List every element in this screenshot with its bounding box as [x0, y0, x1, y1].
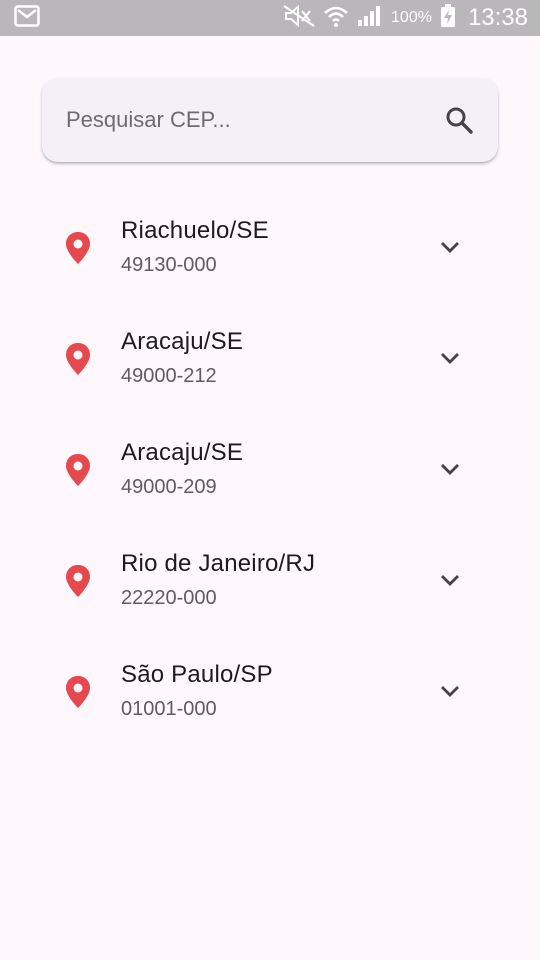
- item-city: São Paulo/SP: [121, 661, 273, 688]
- chevron-down-icon[interactable]: [437, 348, 463, 368]
- location-pin-icon: [64, 675, 92, 709]
- chevron-down-icon[interactable]: [437, 681, 463, 701]
- item-cep: 49130-000: [121, 254, 217, 276]
- item-city: Rio de Janeiro/RJ: [121, 550, 316, 577]
- list-item[interactable]: Rio de Janeiro/RJ 22220-000: [0, 514, 540, 625]
- status-bar: 100% 13:38: [0, 0, 540, 36]
- battery-percentage: 100%: [391, 9, 432, 26]
- search-bar[interactable]: [42, 78, 498, 162]
- chevron-down-icon[interactable]: [437, 570, 463, 590]
- item-cep: 49000-209: [121, 476, 217, 498]
- list-item[interactable]: Riachuelo/SE 49130-000: [0, 181, 540, 292]
- chevron-down-icon[interactable]: [437, 459, 463, 479]
- battery-charging-icon: [440, 3, 456, 33]
- signal-icon: [357, 5, 383, 32]
- search-input[interactable]: [66, 107, 442, 133]
- list-item[interactable]: São Paulo/SP 01001-000: [0, 625, 540, 736]
- wifi-icon: [323, 5, 349, 32]
- item-cep: 22220-000: [121, 587, 217, 609]
- item-city: Aracaju/SE: [121, 328, 244, 355]
- list-item[interactable]: Aracaju/SE 49000-209: [0, 403, 540, 514]
- location-pin-icon: [64, 231, 92, 265]
- gmail-icon: [14, 4, 40, 32]
- mute-icon: [283, 4, 315, 32]
- search-icon[interactable]: [442, 103, 476, 137]
- location-pin-icon: [64, 564, 92, 598]
- cep-results-list: Riachuelo/SE 49130-000 Aracaju/SE 49000-…: [0, 181, 540, 736]
- item-cep: 01001-000: [121, 698, 217, 720]
- item-cep: 49000-212: [121, 365, 217, 387]
- chevron-down-icon[interactable]: [437, 237, 463, 257]
- status-time: 13:38: [467, 4, 528, 31]
- item-city: Riachuelo/SE: [121, 217, 269, 244]
- location-pin-icon: [64, 342, 92, 376]
- location-pin-icon: [64, 453, 92, 487]
- list-item[interactable]: Aracaju/SE 49000-212: [0, 292, 540, 403]
- item-city: Aracaju/SE: [121, 439, 244, 466]
